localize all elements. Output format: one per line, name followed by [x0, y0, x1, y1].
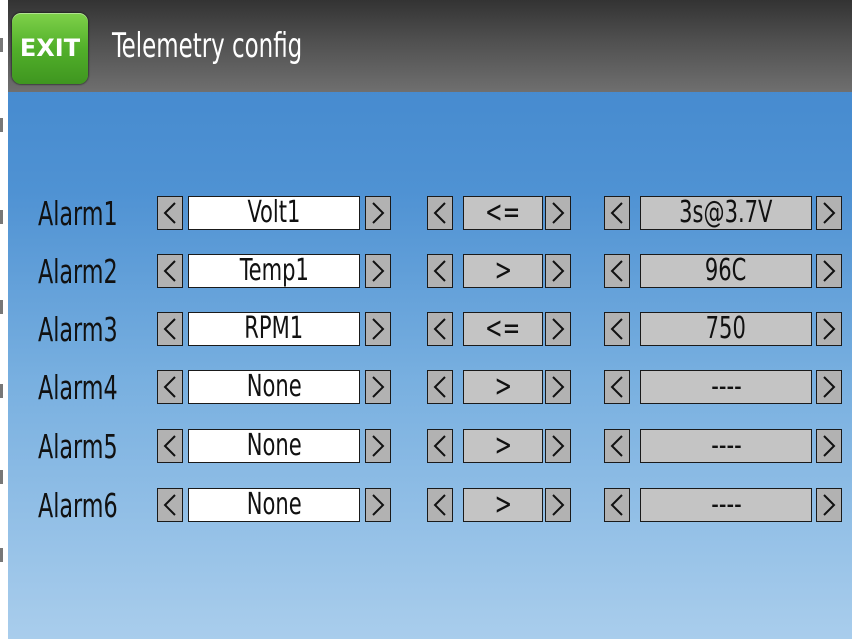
operator-prev-button[interactable] — [427, 196, 453, 230]
source-prev-button[interactable] — [157, 196, 183, 230]
threshold-next-button[interactable] — [816, 488, 842, 522]
threshold-selector[interactable]: 3s@3.7V — [640, 196, 812, 230]
threshold-prev-button[interactable] — [604, 254, 630, 288]
threshold-selector[interactable]: ---- — [640, 370, 812, 404]
alarm-label: Alarm2 — [38, 252, 118, 291]
threshold-next-button[interactable] — [816, 254, 842, 288]
alarm-row-3: Alarm3 RPM1 <= 750 — [8, 312, 852, 348]
source-value: None — [246, 487, 302, 522]
threshold-selector[interactable]: 96C — [640, 254, 812, 288]
operator-value: <= — [485, 311, 521, 346]
edge-marker — [0, 384, 3, 398]
exit-button[interactable]: EXIT — [12, 13, 88, 84]
telemetry-config-screen: EXIT Telemetry config Alarm1 Volt1 <= 3s@3.… — [8, 0, 852, 639]
source-prev-button[interactable] — [157, 429, 183, 463]
alarm-row-4: Alarm4 None > ---- — [8, 370, 852, 406]
edge-marker — [0, 548, 3, 562]
edge-marker — [0, 300, 3, 314]
edge-marker — [0, 118, 3, 132]
source-value: None — [246, 369, 302, 404]
threshold-prev-button[interactable] — [604, 488, 630, 522]
source-next-button[interactable] — [365, 312, 391, 346]
threshold-prev-button[interactable] — [604, 312, 630, 346]
threshold-value: ---- — [710, 428, 742, 463]
source-next-button[interactable] — [365, 254, 391, 288]
source-prev-button[interactable] — [157, 312, 183, 346]
alarm-row-1: Alarm1 Volt1 <= 3s@3.7V — [8, 196, 852, 232]
operator-prev-button[interactable] — [427, 254, 453, 288]
operator-prev-button[interactable] — [427, 429, 453, 463]
threshold-next-button[interactable] — [816, 196, 842, 230]
threshold-value: 3s@3.7V — [679, 195, 773, 230]
threshold-value: ---- — [710, 369, 742, 404]
alarm-row-5: Alarm5 None > ---- — [8, 429, 852, 465]
page-title: Telemetry config — [112, 26, 303, 66]
operator-next-button[interactable] — [545, 254, 571, 288]
source-selector[interactable]: None — [188, 370, 360, 404]
threshold-next-button[interactable] — [816, 429, 842, 463]
operator-value: > — [494, 253, 512, 288]
title-bar: EXIT Telemetry config — [8, 0, 852, 92]
threshold-prev-button[interactable] — [604, 196, 630, 230]
operator-next-button[interactable] — [545, 488, 571, 522]
source-selector[interactable]: None — [188, 488, 360, 522]
operator-selector[interactable]: > — [463, 254, 543, 288]
operator-selector[interactable]: > — [463, 429, 543, 463]
source-next-button[interactable] — [365, 370, 391, 404]
alarm-label: Alarm4 — [38, 368, 118, 407]
threshold-next-button[interactable] — [816, 370, 842, 404]
threshold-selector[interactable]: 750 — [640, 312, 812, 346]
source-selector[interactable]: None — [188, 429, 360, 463]
source-prev-button[interactable] — [157, 254, 183, 288]
alarm-row-2: Alarm2 Temp1 >96C — [8, 254, 852, 290]
threshold-prev-button[interactable] — [604, 429, 630, 463]
threshold-selector[interactable]: ---- — [640, 429, 812, 463]
edge-marker — [0, 210, 3, 224]
operator-prev-button[interactable] — [427, 370, 453, 404]
operator-prev-button[interactable] — [427, 312, 453, 346]
source-value: RPM1 — [244, 311, 304, 346]
source-next-button[interactable] — [365, 429, 391, 463]
source-value: Volt1 — [247, 195, 301, 230]
edge-marker — [0, 38, 3, 52]
threshold-value: 96C — [705, 253, 747, 288]
source-selector[interactable]: RPM1 — [188, 312, 360, 346]
edge-marker — [0, 470, 3, 484]
operator-selector[interactable]: <= — [463, 196, 543, 230]
alarm-label: Alarm3 — [38, 310, 118, 349]
operator-next-button[interactable] — [545, 429, 571, 463]
alarm-row-6: Alarm6 None > ---- — [8, 488, 852, 524]
operator-prev-button[interactable] — [427, 488, 453, 522]
operator-selector[interactable]: <= — [463, 312, 543, 346]
source-prev-button[interactable] — [157, 488, 183, 522]
operator-value: > — [494, 369, 512, 404]
operator-selector[interactable]: > — [463, 370, 543, 404]
threshold-prev-button[interactable] — [604, 370, 630, 404]
operator-next-button[interactable] — [545, 312, 571, 346]
source-value: None — [246, 428, 302, 463]
source-next-button[interactable] — [365, 196, 391, 230]
threshold-selector[interactable]: ---- — [640, 488, 812, 522]
source-next-button[interactable] — [365, 488, 391, 522]
operator-next-button[interactable] — [545, 370, 571, 404]
operator-value: <= — [485, 195, 521, 230]
source-value: Temp1 — [239, 253, 309, 288]
alarm-label: Alarm5 — [38, 427, 118, 466]
threshold-value: ---- — [710, 487, 742, 522]
alarm-label: Alarm1 — [38, 194, 118, 233]
operator-value: > — [494, 428, 512, 463]
threshold-value: 750 — [705, 311, 747, 346]
source-prev-button[interactable] — [157, 370, 183, 404]
source-selector[interactable]: Volt1 — [188, 196, 360, 230]
alarm-label: Alarm6 — [38, 486, 118, 525]
operator-next-button[interactable] — [545, 196, 571, 230]
operator-selector[interactable]: > — [463, 488, 543, 522]
operator-value: > — [494, 487, 512, 522]
threshold-next-button[interactable] — [816, 312, 842, 346]
source-selector[interactable]: Temp1 — [188, 254, 360, 288]
